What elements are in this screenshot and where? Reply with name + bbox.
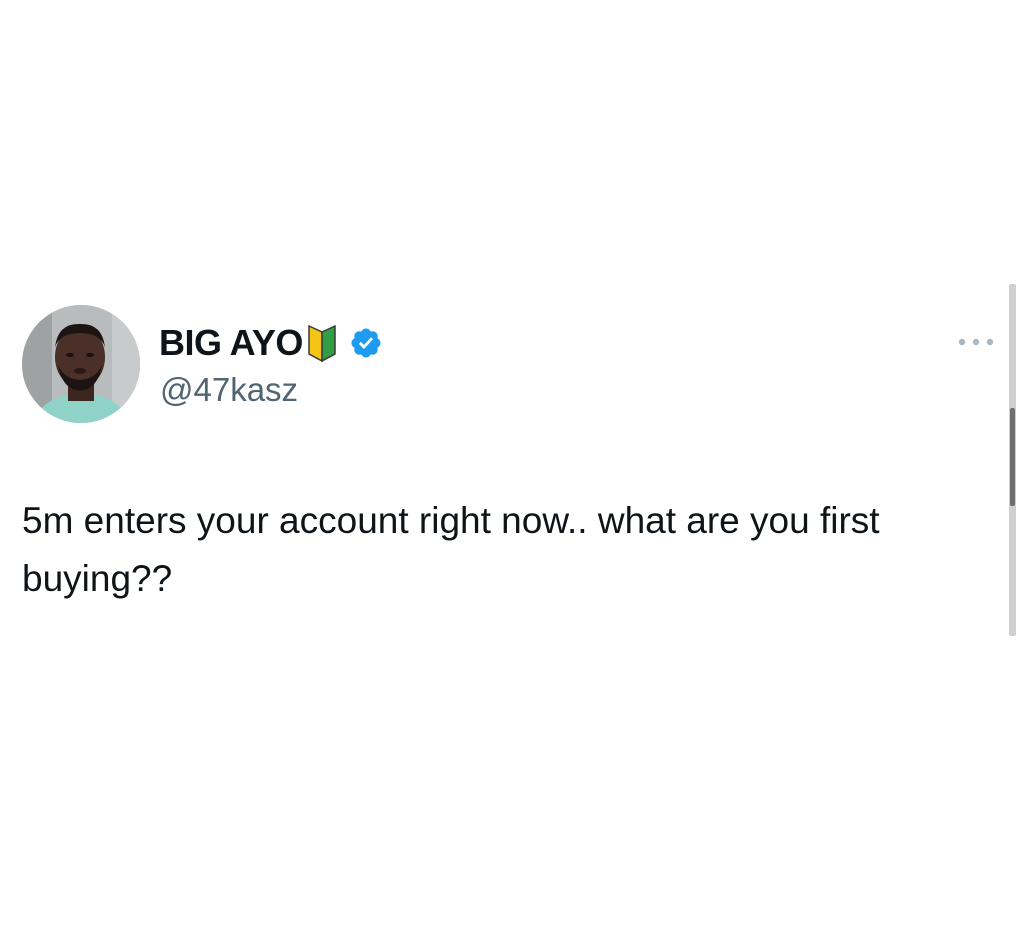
name-row: BIG AYO (159, 321, 383, 365)
avatar[interactable] (22, 305, 140, 423)
more-options-icon[interactable] (956, 335, 996, 347)
tweet-text: 5m enters your account right now.. what … (22, 500, 880, 599)
display-name[interactable]: BIG AYO (159, 322, 303, 364)
tweet-header: BIG AYO @47kasz (22, 305, 1002, 425)
avatar-photo (22, 305, 140, 423)
user-handle[interactable]: @47kasz (160, 371, 298, 409)
japanese-beginner-symbol-icon (307, 323, 337, 363)
verified-badge-icon[interactable] (349, 326, 383, 360)
scrollbar-thumb[interactable] (1010, 408, 1015, 506)
tweet-card: BIG AYO @47kasz 5m enters your account r… (22, 305, 1002, 599)
tweet-screenshot: BIG AYO @47kasz 5m enters your account r… (0, 0, 1024, 938)
